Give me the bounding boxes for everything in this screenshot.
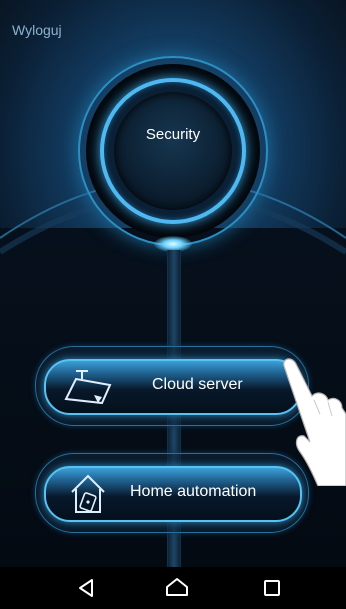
home-automation-label: Home automation bbox=[130, 483, 257, 500]
security-button[interactable]: Security bbox=[78, 56, 268, 246]
logout-link[interactable]: Wyloguj bbox=[12, 22, 62, 38]
recents-icon[interactable] bbox=[258, 575, 286, 601]
cloud-server-label: Cloud server bbox=[152, 376, 243, 393]
home-automation-button[interactable]: Home automation bbox=[35, 453, 309, 533]
back-icon[interactable] bbox=[72, 575, 100, 601]
home-automation-button-face: Home automation bbox=[44, 466, 302, 522]
cloud-server-button[interactable]: Cloud server bbox=[35, 346, 309, 426]
home-automation-icon bbox=[71, 474, 105, 513]
security-label: Security bbox=[145, 126, 201, 143]
home-icon[interactable] bbox=[163, 575, 191, 601]
navigation-bar bbox=[0, 567, 346, 609]
security-inner-disc bbox=[114, 92, 232, 210]
cloud-server-icon bbox=[64, 370, 112, 405]
cloud-server-button-face: Cloud server bbox=[44, 359, 302, 415]
app-screen: Wyloguj Security Cloud server Home autom… bbox=[0, 0, 346, 609]
